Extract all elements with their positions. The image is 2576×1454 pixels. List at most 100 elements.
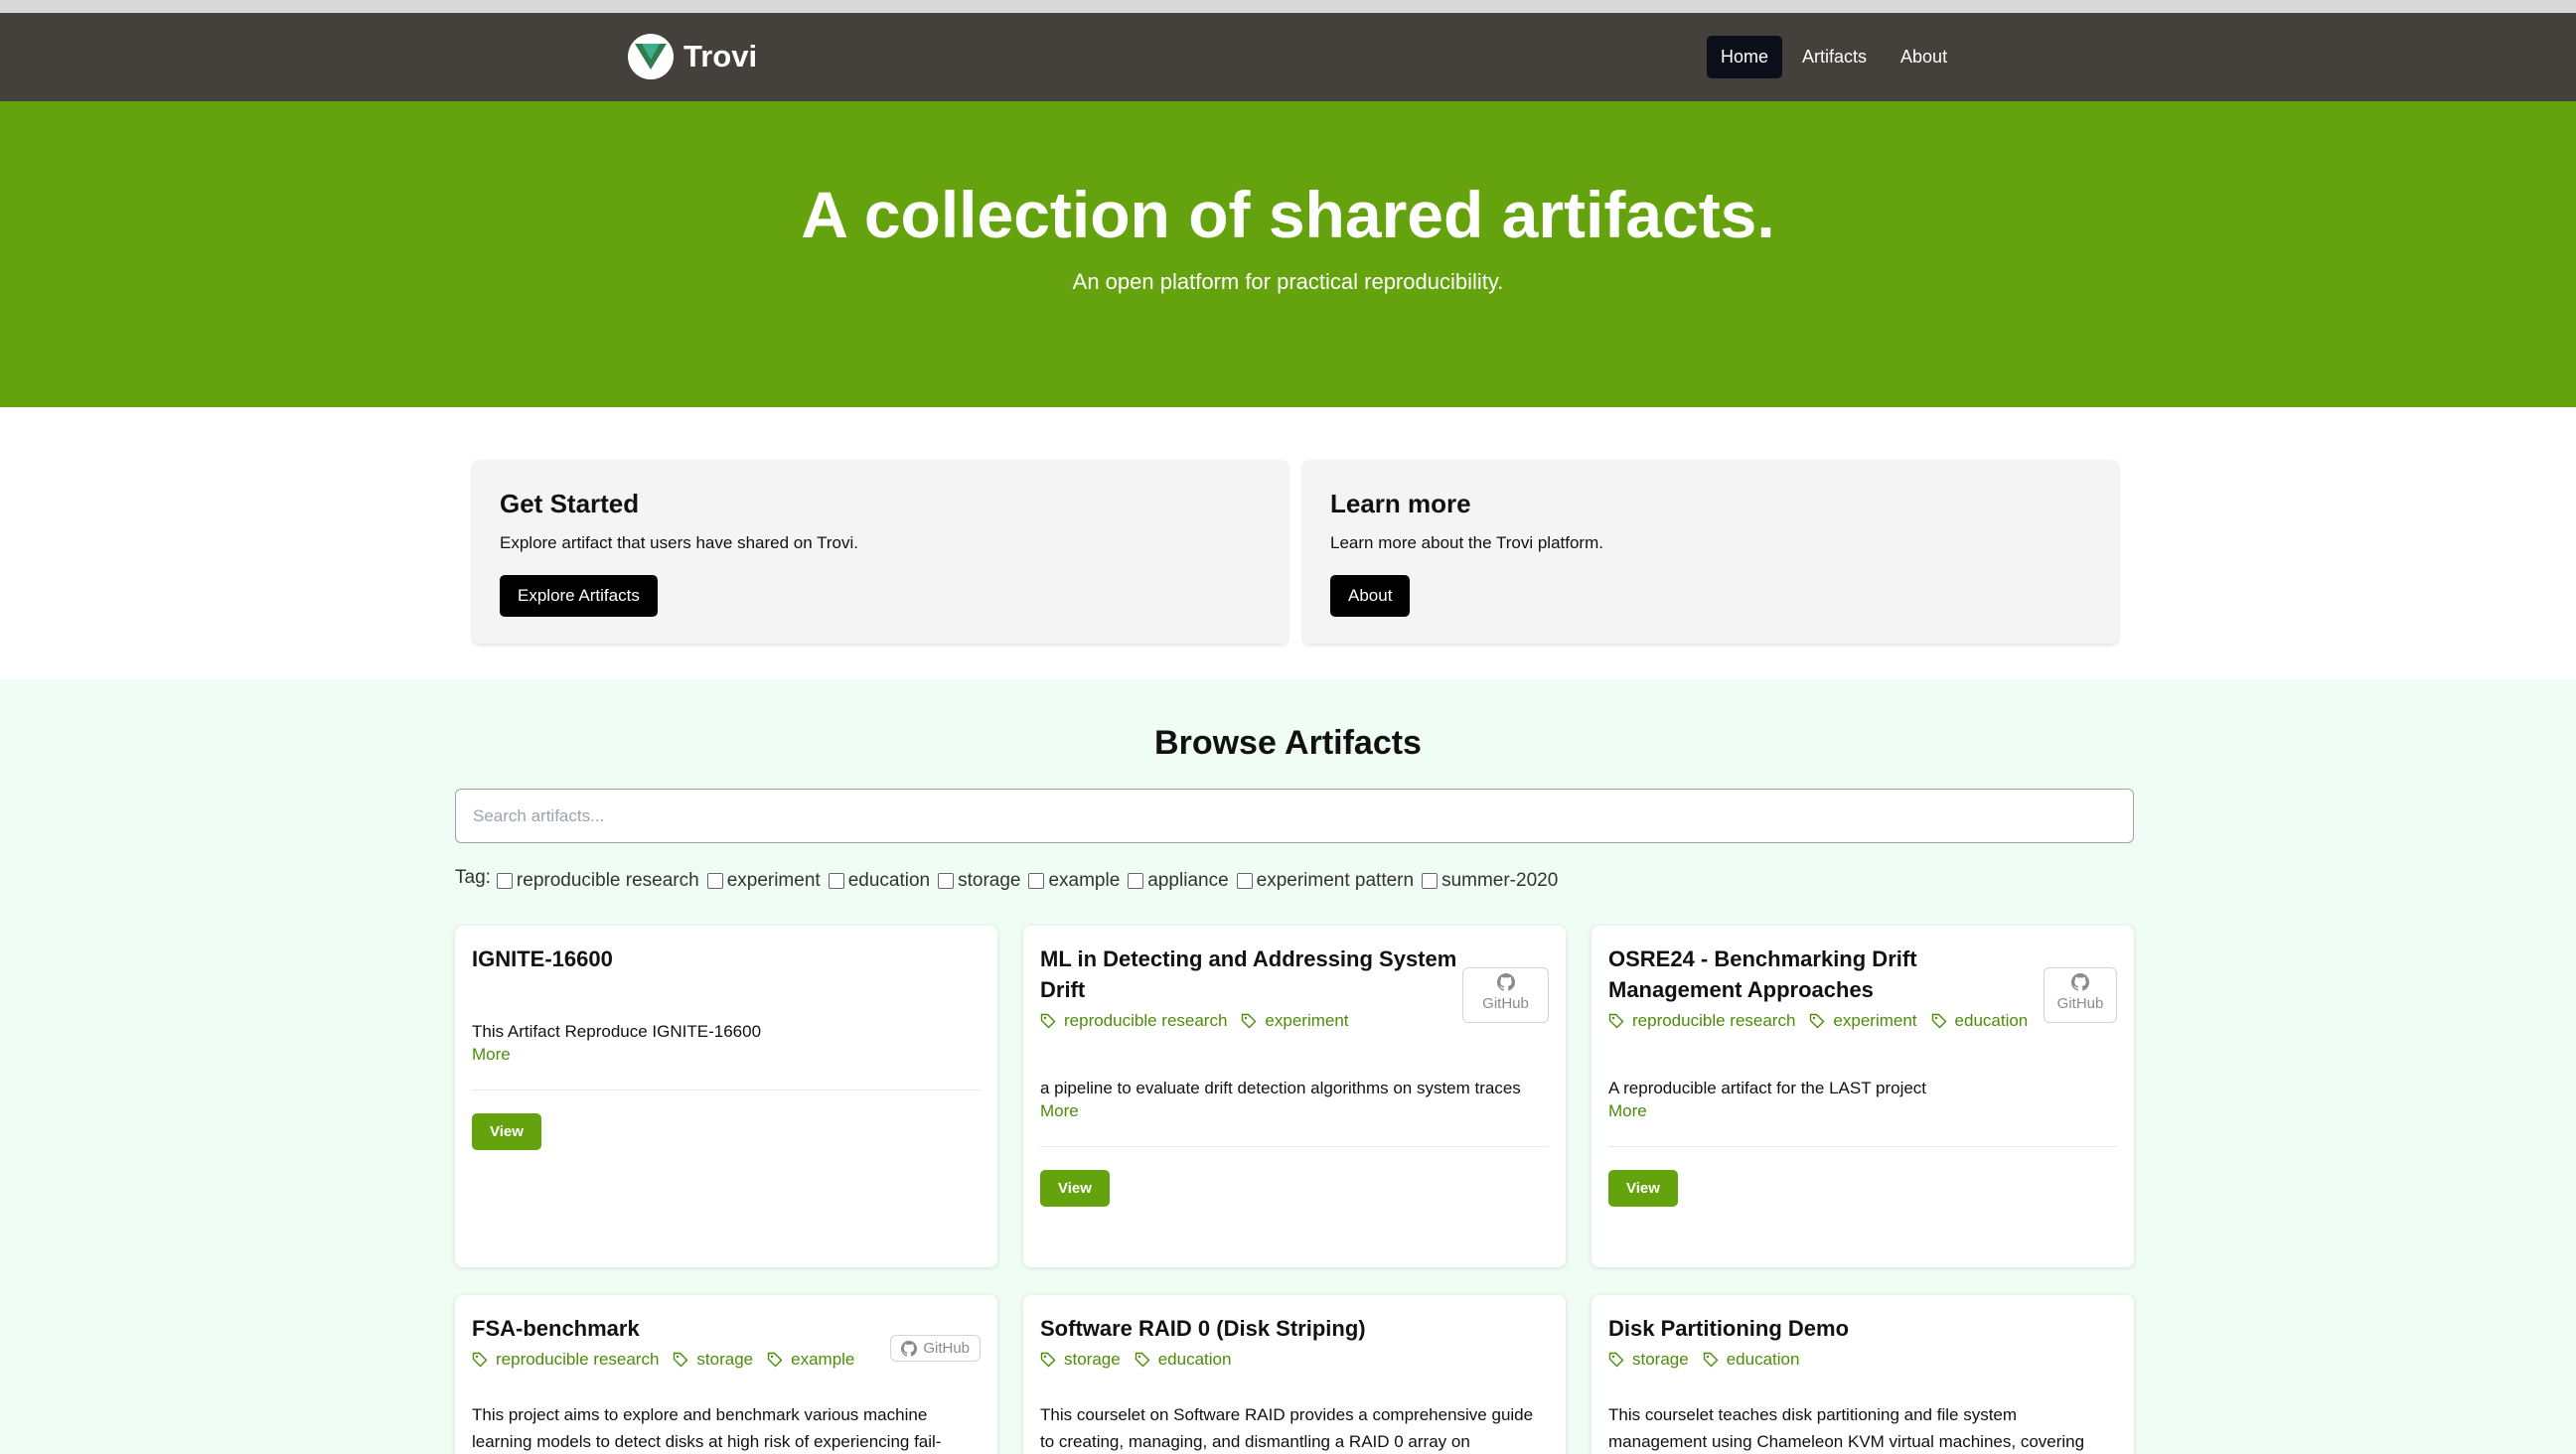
tag-chip[interactable]: example xyxy=(767,1350,854,1370)
divider xyxy=(1040,1146,1549,1147)
tag-option-label: appliance xyxy=(1147,870,1229,891)
more-link[interactable]: More xyxy=(472,1045,981,1065)
divider xyxy=(1608,1146,2117,1147)
tag-chip[interactable]: reproducible research xyxy=(1608,1011,1795,1031)
checkbox[interactable] xyxy=(706,873,723,889)
tag-chip-label: storage xyxy=(1064,1350,1121,1369)
hero-title: A collection of shared artifacts. xyxy=(801,178,1775,251)
artifact-tags: reproducible research experiment educati… xyxy=(1608,1011,2117,1031)
nav-about[interactable]: About xyxy=(1887,36,1961,78)
github-label: GitHub xyxy=(923,1340,970,1357)
tag-chip-label: education xyxy=(1954,1011,2029,1030)
github-badge[interactable]: GitHub xyxy=(2044,967,2117,1023)
tag-option-label: storage xyxy=(958,870,1021,891)
artifact-description: This project aims to explore and benchma… xyxy=(472,1405,942,1451)
github-icon xyxy=(901,1340,918,1357)
brand[interactable]: Trovi xyxy=(628,34,757,79)
learn-more-text: Learn more about the Trovi platform. xyxy=(1330,533,1603,552)
nav-links: Home Artifacts About xyxy=(1707,36,1967,78)
tag-option[interactable]: reproducible research xyxy=(496,870,699,892)
artifact-title[interactable]: ML in Detecting and Addressing System Dr… xyxy=(1040,944,1459,1005)
github-icon xyxy=(2071,973,2089,991)
checkbox[interactable] xyxy=(938,873,955,889)
get-started-text: Explore artifact that users have shared … xyxy=(500,533,858,552)
tag-chip-label: education xyxy=(1726,1350,1800,1369)
tag-chip[interactable]: storage xyxy=(1040,1350,1121,1370)
nav-home[interactable]: Home xyxy=(1707,36,1783,78)
tag-option[interactable]: education xyxy=(828,870,931,892)
github-badge[interactable]: GitHub xyxy=(1462,967,1549,1023)
tag-chip-label: storage xyxy=(1632,1350,1689,1369)
artifact-card: Software RAID 0 (Disk Striping) storage … xyxy=(1023,1295,1566,1454)
view-button[interactable]: View xyxy=(1040,1170,1110,1207)
github-badge[interactable]: GitHub xyxy=(890,1335,981,1362)
tag-chip-label: experiment xyxy=(1833,1011,1917,1030)
checkbox[interactable] xyxy=(1028,873,1045,889)
checkbox[interactable] xyxy=(1422,873,1439,889)
browse-section: Browse Artifacts Tag: reproducible resea… xyxy=(0,679,2576,1454)
tag-icon xyxy=(674,1352,688,1368)
hero-banner: A collection of shared artifacts. An ope… xyxy=(0,101,2576,407)
tag-icon xyxy=(472,1352,488,1368)
navbar: Trovi Home Artifacts About xyxy=(0,13,2576,101)
tag-option[interactable]: example xyxy=(1028,870,1120,892)
artifact-title[interactable]: Disk Partitioning Demo xyxy=(1608,1313,2117,1344)
tag-option[interactable]: summer-2020 xyxy=(1422,870,1558,892)
tag-option[interactable]: appliance xyxy=(1128,870,1229,892)
tag-icon xyxy=(767,1352,783,1368)
tag-icon xyxy=(1931,1013,1947,1029)
tag-option-label: reproducible research xyxy=(516,870,699,891)
github-label: GitHub xyxy=(1482,995,1529,1012)
brand-name: Trovi xyxy=(683,39,758,73)
tag-chip-label: experiment xyxy=(1265,1011,1349,1030)
tag-chip[interactable]: storage xyxy=(673,1350,753,1370)
tag-chip[interactable]: education xyxy=(1135,1350,1231,1370)
artifact-title[interactable]: Software RAID 0 (Disk Striping) xyxy=(1040,1313,1549,1344)
checkbox[interactable] xyxy=(496,873,513,889)
about-button[interactable]: About xyxy=(1330,575,1411,617)
tag-chip-label: storage xyxy=(696,1350,754,1369)
tag-option-label: example xyxy=(1048,870,1121,891)
checkbox[interactable] xyxy=(1236,873,1253,889)
more-link[interactable]: More xyxy=(1040,1101,1549,1121)
learn-more-title: Learn more xyxy=(1330,489,1471,518)
tag-chip-label: example xyxy=(791,1350,855,1369)
tag-icon xyxy=(1040,1013,1056,1029)
tag-option-label: summer-2020 xyxy=(1441,870,1559,891)
artifact-card: Disk Partitioning Demo storage education… xyxy=(1591,1295,2134,1454)
artifact-card: ML in Detecting and Addressing System Dr… xyxy=(1023,926,1566,1267)
checkbox[interactable] xyxy=(828,873,844,889)
artifact-title[interactable]: FSA-benchmark xyxy=(472,1313,891,1344)
artifact-title[interactable]: IGNITE-16600 xyxy=(472,944,981,974)
more-link[interactable]: More xyxy=(1608,1101,2117,1121)
tag-option[interactable]: storage xyxy=(938,870,1020,892)
tag-icon xyxy=(1608,1013,1624,1029)
nav-artifacts[interactable]: Artifacts xyxy=(1788,36,1881,78)
tag-chip[interactable]: education xyxy=(1931,1011,2029,1031)
tag-option-label: education xyxy=(847,870,931,891)
tag-option[interactable]: experiment xyxy=(706,870,821,892)
intro-section: Get Started Explore artifact that users … xyxy=(0,407,2576,679)
tag-chip[interactable]: storage xyxy=(1608,1350,1689,1370)
window-top-bar xyxy=(0,0,2576,13)
view-button[interactable]: View xyxy=(1608,1170,1678,1207)
hero-subtitle: An open platform for practical reproduci… xyxy=(1072,268,1504,294)
tag-chip[interactable]: reproducible research xyxy=(1040,1011,1227,1031)
tag-option[interactable]: experiment pattern xyxy=(1236,870,1414,892)
tag-filter: Tag: reproducible research experiment ed… xyxy=(455,867,1566,892)
tag-chip[interactable]: experiment xyxy=(1809,1011,1917,1031)
artifact-tags: storage education xyxy=(1040,1350,1549,1370)
tag-chip[interactable]: education xyxy=(1703,1350,1800,1370)
tag-chip-label: reproducible research xyxy=(496,1350,660,1369)
checkbox[interactable] xyxy=(1128,873,1144,889)
view-button[interactable]: View xyxy=(472,1113,541,1150)
github-label: GitHub xyxy=(2056,995,2104,1012)
tag-chip[interactable]: reproducible research xyxy=(472,1350,659,1370)
learn-more-card: Learn more Learn more about the Trovi pl… xyxy=(1303,461,2118,644)
tag-icon xyxy=(1703,1352,1719,1368)
explore-artifacts-button[interactable]: Explore Artifacts xyxy=(500,575,658,617)
artifact-title[interactable]: OSRE24 - Benchmarking Drift Management A… xyxy=(1608,944,2028,1005)
tag-chip[interactable]: experiment xyxy=(1241,1011,1349,1031)
artifact-description: This courselet on Software RAID provides… xyxy=(1040,1405,1534,1451)
search-input[interactable] xyxy=(455,789,2134,843)
